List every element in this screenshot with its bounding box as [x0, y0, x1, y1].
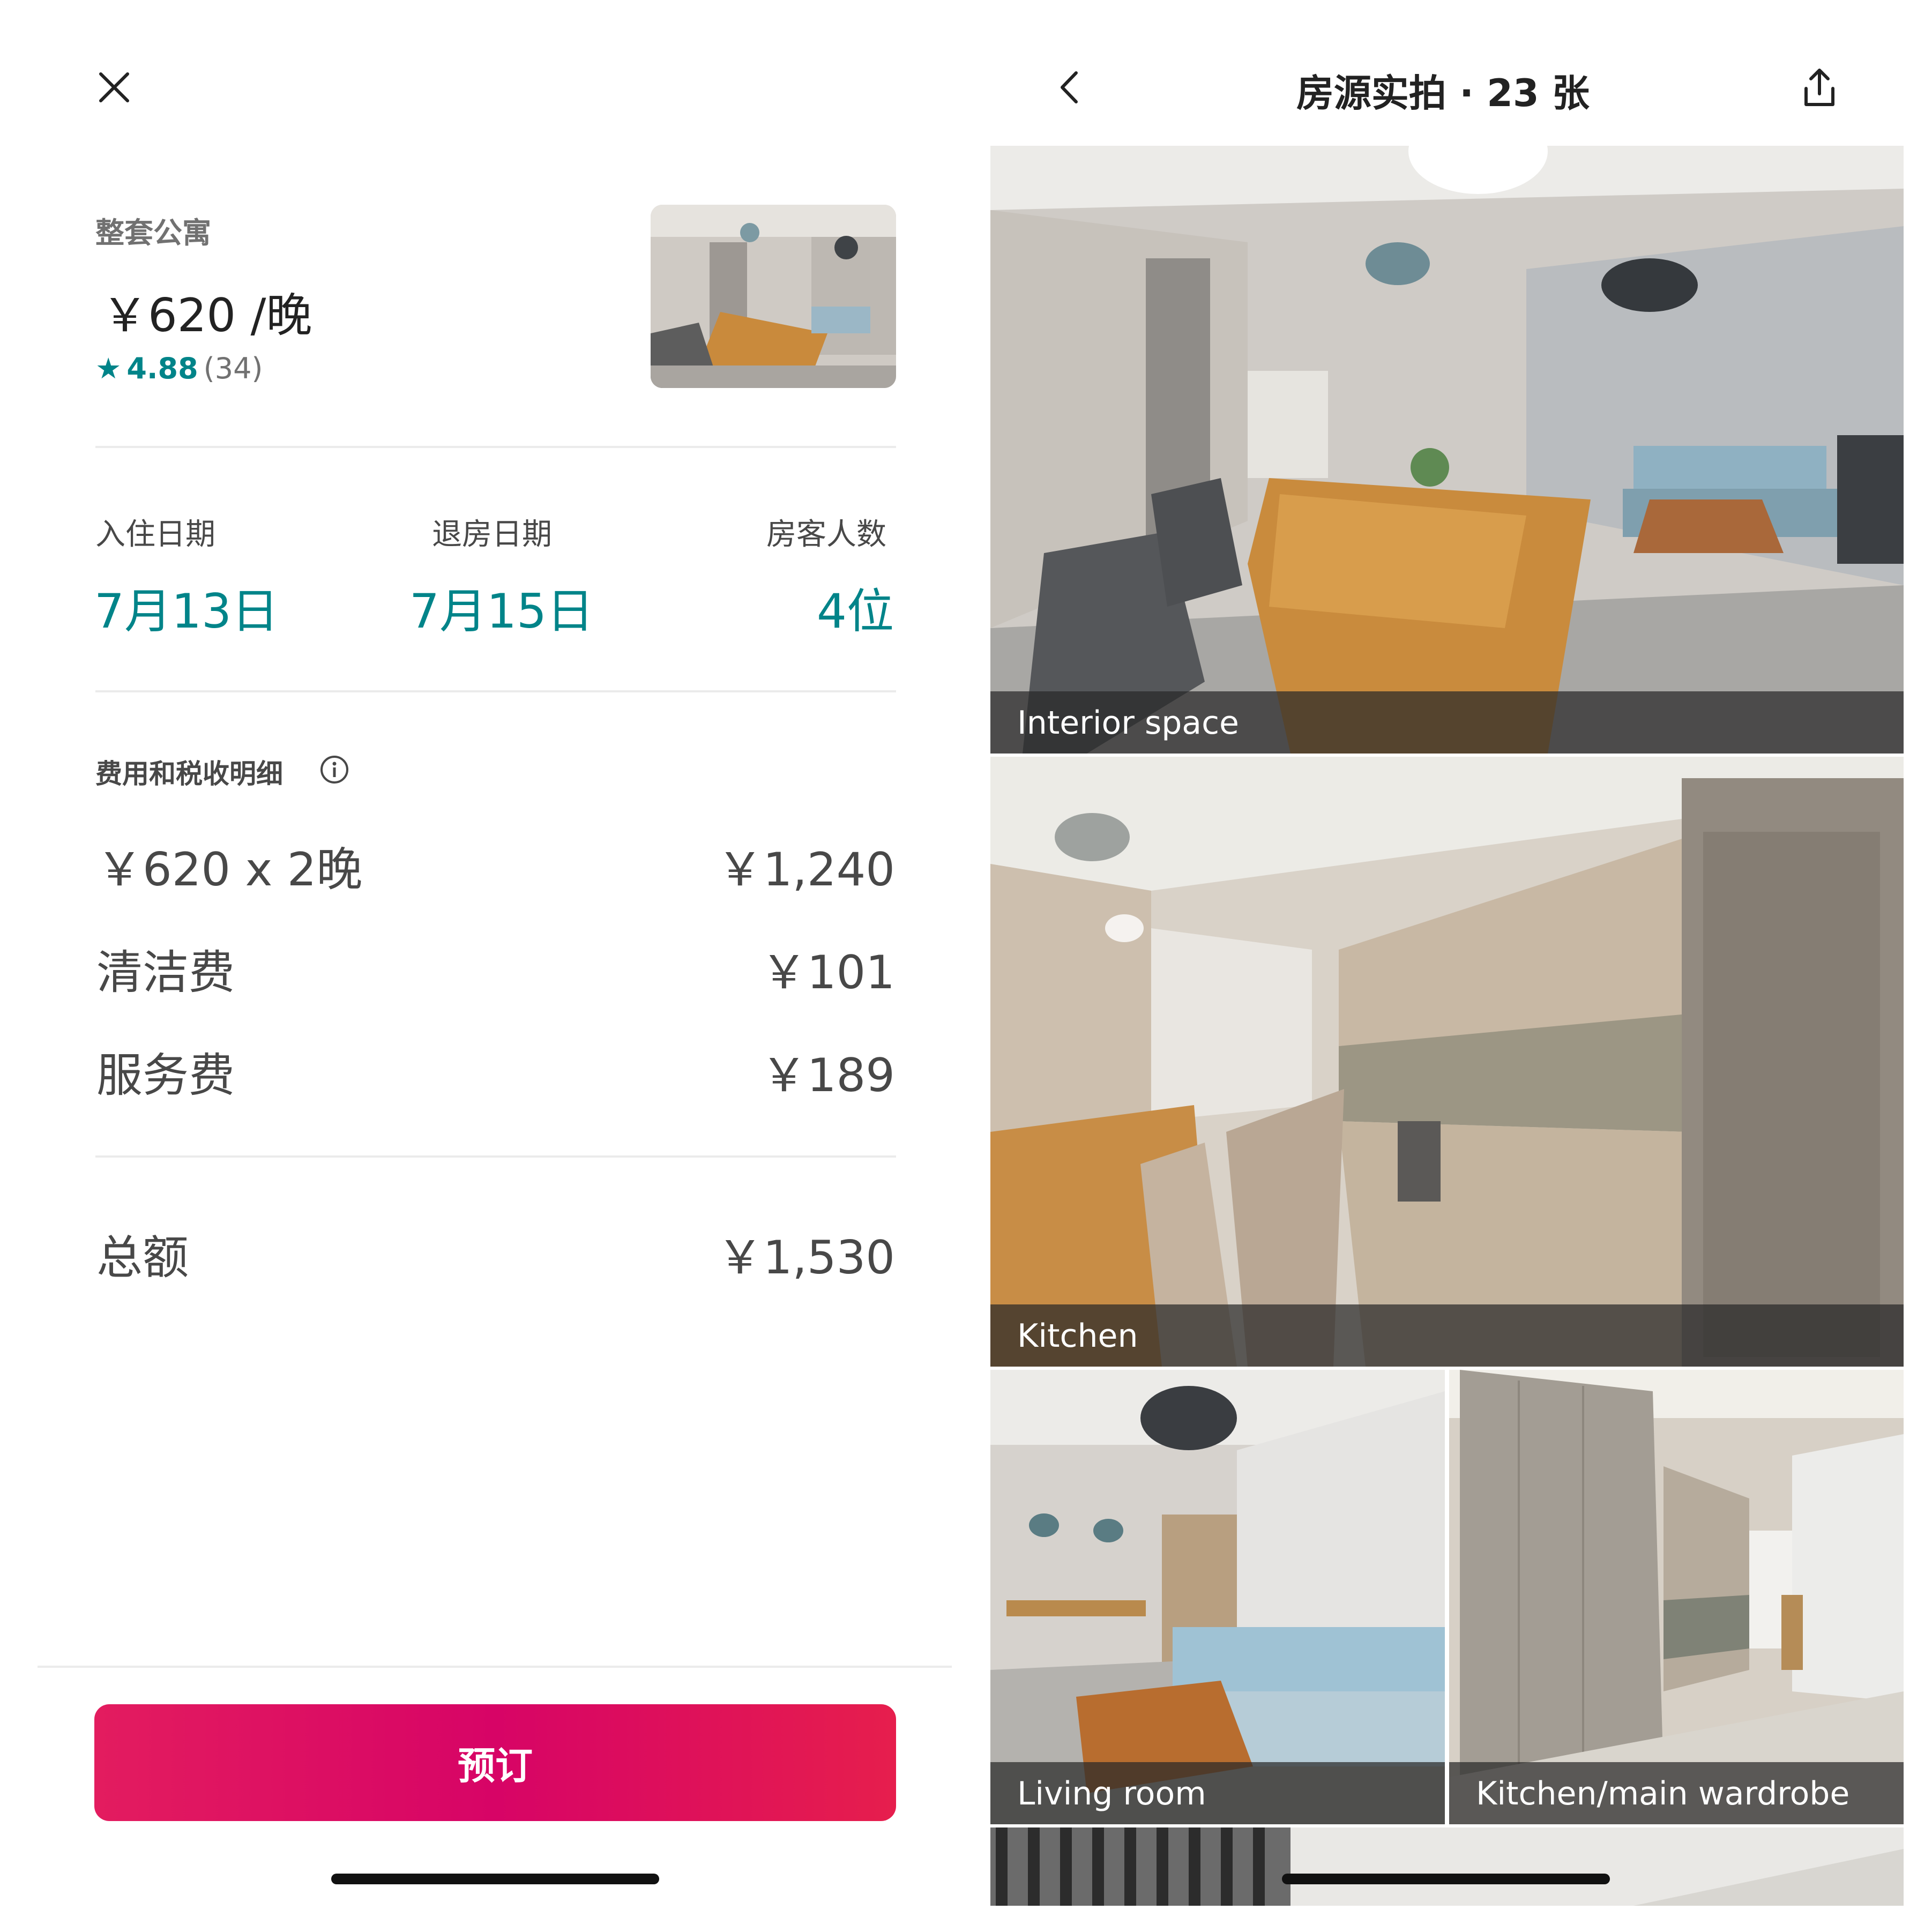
divider [95, 1155, 896, 1158]
rating: ★ 4.88 (34) [95, 352, 263, 385]
gallery-photo-wardrobe[interactable]: Kitchen/main wardrobe [1449, 1370, 1904, 1824]
divider [95, 446, 896, 448]
home-indicator[interactable] [1282, 1874, 1610, 1884]
booking-panel: 整套公寓 ￥620 /晚 ★ 4.88 (34) 入住日期 退房日期 房客人数 … [0, 0, 954, 1932]
photo-caption: Interior space [1017, 704, 1239, 742]
fee-row-value: ￥101 [760, 946, 895, 999]
star-icon: ★ [95, 351, 122, 385]
info-icon[interactable] [319, 755, 349, 785]
checkout-label: 退房日期 [432, 517, 552, 552]
photo-caption: Kitchen [1017, 1317, 1138, 1355]
gallery-photo-partial[interactable] [990, 1827, 1904, 1906]
gallery-photo-interior[interactable]: Interior space [990, 146, 1904, 754]
listing-type: 整套公寓 [95, 216, 211, 250]
checkin-date[interactable]: 7月13日 [94, 573, 279, 641]
close-button[interactable] [90, 63, 138, 111]
photo-caption: Kitchen/main wardrobe [1476, 1775, 1850, 1812]
home-indicator[interactable] [331, 1874, 659, 1884]
rating-count: (34) [203, 352, 263, 385]
book-button[interactable]: 预订 [94, 1704, 896, 1821]
listing-thumbnail[interactable] [651, 205, 896, 388]
gallery-panel: 房源实拍 · 23 张 Interior space Kitchen Livin… [954, 0, 1932, 1932]
photo-caption: Living room [1017, 1775, 1206, 1812]
gallery-photo-living-room[interactable]: Living room [990, 1370, 1445, 1824]
guests-label: 房客人数 [766, 517, 886, 552]
footer-divider [38, 1666, 952, 1668]
guest-count[interactable]: 4位 [817, 573, 894, 641]
fee-row-label: ￥620 x 2晚 [96, 843, 363, 897]
total-value: ￥1,530 [717, 1231, 895, 1285]
share-button[interactable] [1795, 63, 1844, 111]
nightly-price: ￥620 /晚 [102, 289, 312, 342]
gallery-photo-kitchen[interactable]: Kitchen [990, 757, 1904, 1367]
divider [95, 690, 896, 692]
fee-row-label: 清洁费 [96, 946, 235, 999]
gallery-title: 房源实拍 · 23 张 [1296, 71, 1590, 115]
rating-score: 4.88 [126, 352, 198, 385]
fees-title: 费用和税收明细 [95, 758, 283, 789]
checkout-date[interactable]: 7月15日 [409, 573, 594, 641]
fee-row-value: ￥189 [760, 1049, 895, 1102]
fee-row-value: ￥1,240 [717, 843, 895, 897]
fee-row-label: 服务费 [96, 1049, 235, 1102]
close-icon [99, 72, 129, 102]
share-icon [1804, 69, 1834, 106]
checkin-label: 入住日期 [95, 517, 215, 552]
total-label: 总额 [96, 1231, 189, 1285]
